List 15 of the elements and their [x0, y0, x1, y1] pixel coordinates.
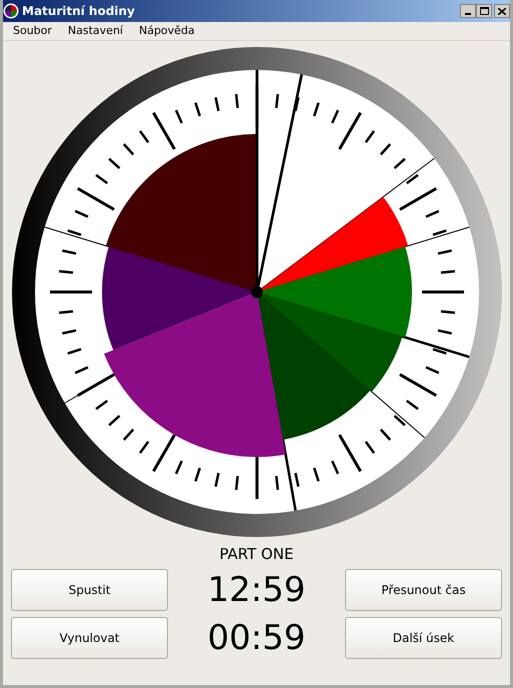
- action-button[interactable]: Vynulovat: [11, 617, 168, 659]
- menu-item[interactable]: Soubor: [10, 22, 55, 40]
- close-icon[interactable]: [494, 4, 510, 18]
- time-display: 00:59: [208, 617, 306, 659]
- menu-item[interactable]: Nastavení: [64, 22, 126, 40]
- window-title: Maturitní hodiny: [22, 3, 136, 20]
- maximize-icon[interactable]: [476, 4, 492, 18]
- app-icon: [3, 3, 19, 19]
- action-button[interactable]: Přesunout čas: [344, 569, 502, 611]
- action-button[interactable]: Spustit: [11, 569, 168, 611]
- minimize-icon[interactable]: [460, 4, 476, 18]
- action-button[interactable]: Další úsek: [344, 617, 502, 659]
- time-display: 12:59: [208, 569, 306, 611]
- part-label: PART ONE: [219, 545, 294, 563]
- menu-item[interactable]: Nápověda: [136, 22, 198, 40]
